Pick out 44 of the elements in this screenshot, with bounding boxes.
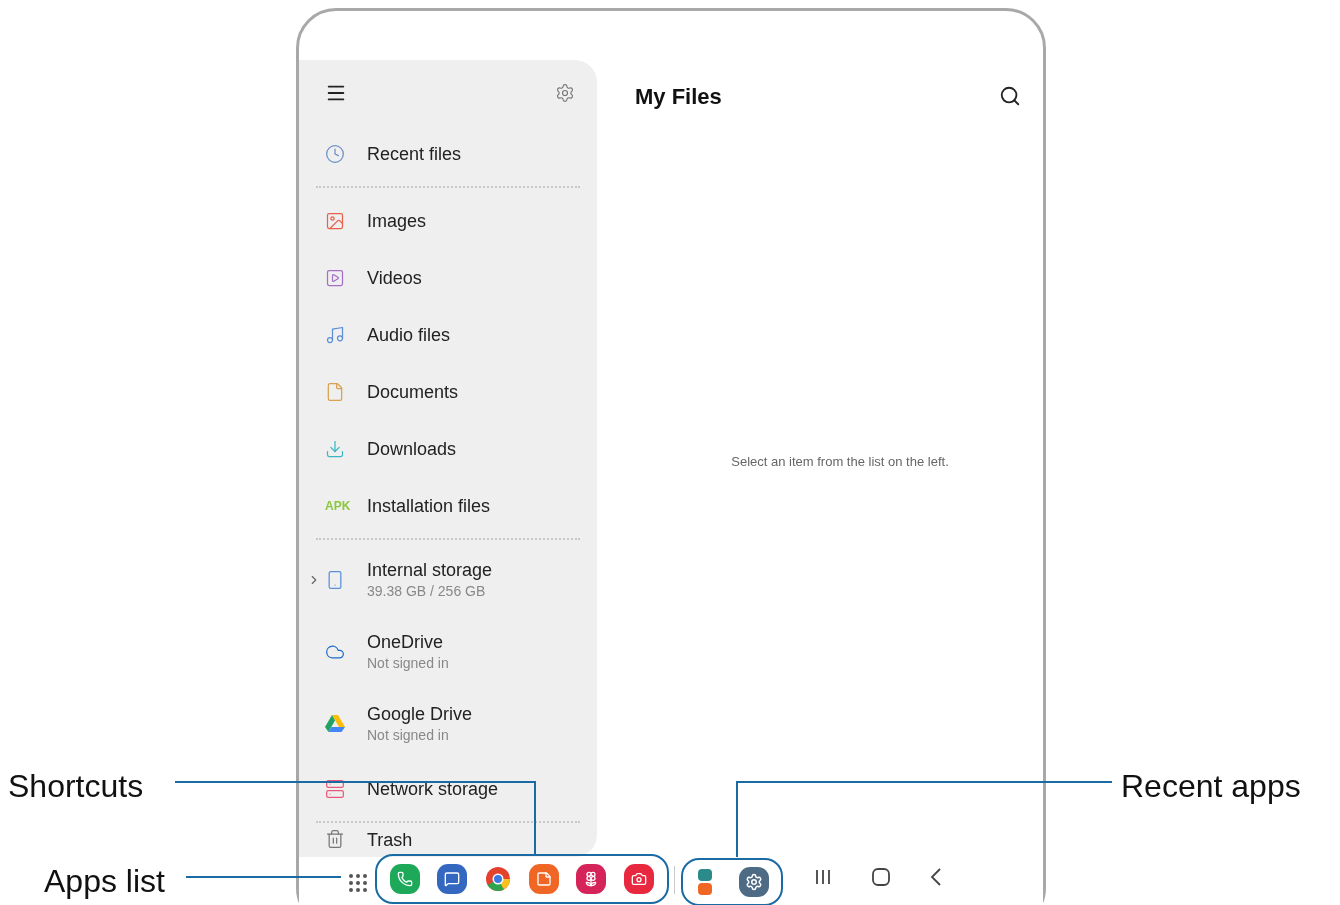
sidebar-item[interactable]: Trash	[367, 829, 413, 851]
camera-app-icon[interactable]	[624, 864, 655, 894]
home-icon[interactable]	[871, 867, 891, 887]
browser-app-icon[interactable]	[485, 866, 512, 892]
clock-icon	[325, 143, 345, 164]
page-title: My Files	[635, 82, 722, 111]
document-icon	[325, 381, 345, 402]
server-icon	[325, 778, 345, 799]
back-icon[interactable]	[929, 867, 943, 887]
sidebar-item[interactable]: Downloads	[367, 437, 457, 460]
triangle-logo-icon	[325, 715, 345, 733]
sidebar-item[interactable]: OneDrive	[367, 631, 449, 653]
sidebar-item[interactable]: Images	[367, 209, 427, 232]
sidebar-item[interactable]: Videos	[367, 266, 422, 289]
phone-app-icon[interactable]	[389, 864, 420, 894]
callout-label: Shortcuts	[8, 767, 144, 806]
item-subtitle: Not signed in	[367, 726, 450, 745]
settings-app-icon[interactable]	[738, 867, 769, 897]
sidebar-item[interactable]: Audio files	[367, 323, 451, 346]
music-note-icon	[325, 324, 345, 345]
notes-app-icon[interactable]	[528, 864, 559, 894]
sidebar-item[interactable]: Installation files	[367, 494, 491, 517]
item-subtitle: Not signed in	[367, 654, 449, 673]
empty-message: Select an item from the list on the left.	[731, 453, 949, 471]
flower-app-icon[interactable]	[576, 864, 607, 894]
apps-grid-icon[interactable]	[346, 871, 370, 895]
search-icon[interactable]	[999, 85, 1021, 107]
sidebar-item[interactable]: Recent files	[367, 142, 462, 165]
item-subtitle: 39.38 GB / 256 GB	[367, 582, 487, 601]
sidebar-item[interactable]: Network storage	[367, 777, 499, 800]
callout-label: Recent apps	[1121, 767, 1301, 806]
sidebar-item[interactable]: Google Drive	[367, 703, 473, 725]
trash-icon	[325, 829, 345, 849]
recents-icon[interactable]	[813, 867, 833, 887]
sidebar-item[interactable]: Documents	[367, 380, 459, 403]
download-icon	[325, 438, 345, 459]
sidebar-item[interactable]: Internal storage	[367, 559, 493, 581]
settings-icon[interactable]	[555, 82, 575, 103]
image-icon	[325, 210, 345, 231]
split-apps-icon[interactable]	[695, 868, 714, 896]
apk-label: APK	[325, 497, 351, 515]
play-icon	[325, 267, 345, 288]
callout-label: Apps list	[44, 862, 165, 901]
message-app-icon[interactable]	[437, 864, 468, 894]
